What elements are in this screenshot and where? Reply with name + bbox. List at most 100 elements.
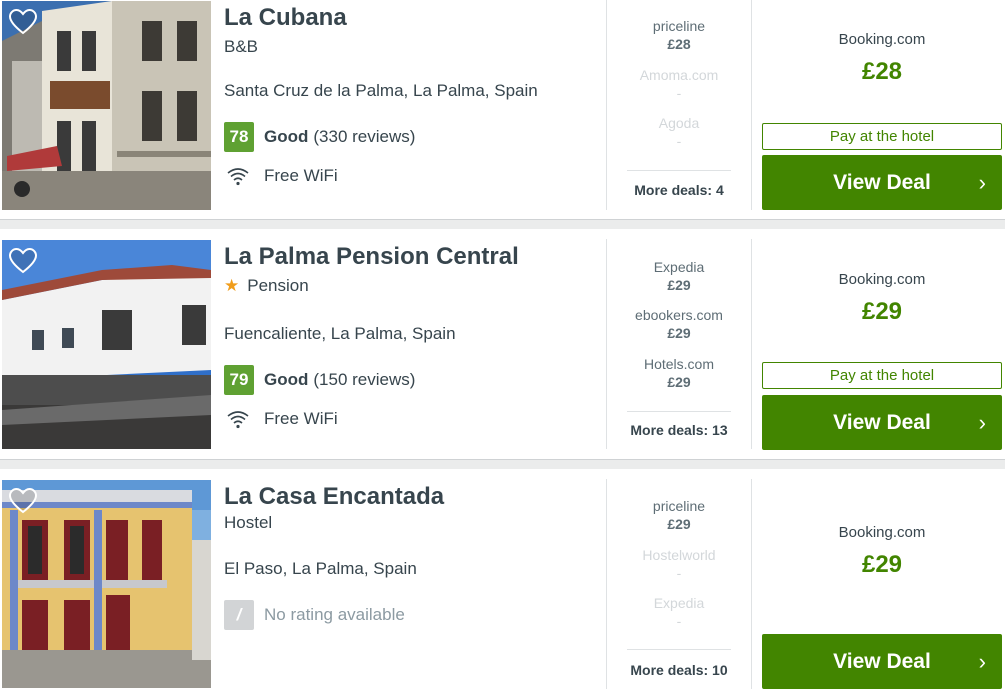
hotel-location[interactable]: Fuencaliente, La Palma, Spain <box>224 324 456 344</box>
other-deals: priceline £29 Hostelworld - Expedia - Mo… <box>607 479 751 689</box>
rating-row: / No rating available <box>224 600 405 630</box>
deal-item[interactable]: priceline £29 <box>607 497 751 533</box>
hotel-photo[interactable] <box>2 480 211 688</box>
deal-price: - <box>676 613 682 629</box>
view-deal-button[interactable]: View Deal › <box>762 155 1002 210</box>
more-deals-link[interactable]: More deals: 13 <box>607 422 751 438</box>
divider <box>751 239 752 449</box>
hotel-card: La Cubana B&B Santa Cruz de la Palma, La… <box>0 0 1005 222</box>
hotel-card: La Palma Pension Central ★ Pension Fuenca… <box>0 239 1005 461</box>
hotel-name[interactable]: La Palma Pension Central <box>224 243 519 271</box>
best-deal-price[interactable]: £29 <box>762 298 1002 326</box>
view-deal-label: View Deal <box>833 411 931 434</box>
deal-price: £29 <box>667 374 691 390</box>
best-deal-provider[interactable]: Booking.com <box>762 31 1002 48</box>
amenity-wifi: Free WiFi <box>226 164 338 188</box>
more-deals-link[interactable]: More deals: 10 <box>607 662 751 678</box>
review-count: (150 reviews) <box>313 370 416 389</box>
deal-price: - <box>676 565 682 581</box>
deal-item: Agoda - <box>607 114 751 150</box>
view-deal-label: View Deal <box>833 650 931 673</box>
deal-provider: priceline <box>652 498 706 514</box>
wifi-icon <box>227 168 249 186</box>
card-separator <box>0 459 1005 469</box>
favorite-heart-icon[interactable] <box>8 247 38 274</box>
deal-item[interactable]: Expedia £29 <box>607 258 751 294</box>
deal-provider: priceline <box>652 18 706 34</box>
other-deals: priceline £28 Amoma.com - Agoda - More d… <box>607 0 751 210</box>
deal-price: £29 <box>667 277 691 293</box>
card-separator <box>0 219 1005 229</box>
deal-provider: Expedia <box>653 595 705 611</box>
deal-provider: ebookers.com <box>635 307 723 323</box>
rating-score-badge: 79 <box>224 365 254 395</box>
rating-word: Good <box>264 370 309 389</box>
property-type: ★ Pension <box>224 276 309 296</box>
view-deal-label: View Deal <box>833 171 931 194</box>
deal-price: £28 <box>667 36 691 52</box>
hotel-name[interactable]: La Cubana <box>224 4 347 32</box>
other-deals: Expedia £29 ebookers.com £29 Hotels.com … <box>607 239 751 449</box>
review-count: (330 reviews) <box>313 127 416 146</box>
favorite-heart-icon[interactable] <box>8 487 38 514</box>
deal-item: Hostelworld - <box>607 546 751 582</box>
property-type: Hostel <box>224 513 272 533</box>
deal-price: - <box>676 85 682 101</box>
property-type-label: B&B <box>224 37 259 56</box>
rating-score-badge: 78 <box>224 122 254 152</box>
rating-row[interactable]: 79 Good (150 reviews) <box>224 365 415 395</box>
deal-item[interactable]: Hotels.com £29 <box>607 355 751 391</box>
hotel-location[interactable]: El Paso, La Palma, Spain <box>224 559 417 579</box>
deal-provider: Expedia <box>653 259 705 275</box>
chevron-right-icon: › <box>978 170 986 195</box>
rating-word: Good <box>264 127 309 146</box>
view-deal-button[interactable]: View Deal › <box>762 395 1002 450</box>
hotel-photo[interactable] <box>2 240 211 449</box>
view-deal-button[interactable]: View Deal › <box>762 634 1002 689</box>
rating-score-badge: / <box>224 600 254 630</box>
star-icon: ★ <box>224 276 240 295</box>
deal-price: - <box>676 133 682 149</box>
deal-price: £29 <box>667 325 691 341</box>
best-deal: Booking.com £29 Pay at the hotel View De… <box>762 239 1002 451</box>
best-deal-provider[interactable]: Booking.com <box>762 524 1002 541</box>
divider <box>627 649 731 650</box>
property-type-label: Pension <box>247 276 309 295</box>
deal-price: £29 <box>667 516 691 532</box>
property-type-label: Hostel <box>224 513 273 532</box>
amenity-wifi: Free WiFi <box>226 407 338 431</box>
favorite-heart-icon[interactable] <box>8 8 38 35</box>
divider <box>627 411 731 412</box>
divider <box>751 0 752 210</box>
chevron-right-icon: › <box>978 410 986 435</box>
deal-item[interactable]: ebookers.com £29 <box>607 306 751 342</box>
divider <box>751 479 752 689</box>
pay-at-hotel-badge: Pay at the hotel <box>762 123 1002 150</box>
best-deal: Booking.com £29 View Deal › <box>762 479 1002 691</box>
deal-provider: Hostelworld <box>642 547 716 563</box>
hotel-name[interactable]: La Casa Encantada <box>224 483 444 511</box>
chevron-right-icon: › <box>978 649 986 674</box>
property-type: B&B <box>224 37 258 57</box>
amenity-label: Free WiFi <box>264 166 338 185</box>
wifi-icon <box>227 411 249 429</box>
best-deal-price[interactable]: £28 <box>762 58 1002 86</box>
deal-provider: Hotels.com <box>643 356 715 372</box>
best-deal-price[interactable]: £29 <box>762 551 1002 579</box>
deal-provider: Amoma.com <box>639 67 719 83</box>
hotel-location[interactable]: Santa Cruz de la Palma, La Palma, Spain <box>224 81 538 101</box>
more-deals-link[interactable]: More deals: 4 <box>607 182 751 198</box>
hotel-card: La Casa Encantada Hostel El Paso, La Pal… <box>0 479 1005 693</box>
divider <box>627 170 731 171</box>
amenity-label: Free WiFi <box>264 409 338 428</box>
best-deal-provider[interactable]: Booking.com <box>762 271 1002 288</box>
deal-item: Amoma.com - <box>607 66 751 102</box>
pay-at-hotel-badge: Pay at the hotel <box>762 362 1002 389</box>
deal-item: Expedia - <box>607 594 751 630</box>
best-deal: Booking.com £28 Pay at the hotel View De… <box>762 0 1002 212</box>
rating-row[interactable]: 78 Good (330 reviews) <box>224 122 415 152</box>
deal-item[interactable]: priceline £28 <box>607 17 751 53</box>
hotel-photo[interactable] <box>2 1 211 210</box>
deal-provider: Agoda <box>658 115 700 131</box>
review-count: No rating available <box>264 605 405 624</box>
